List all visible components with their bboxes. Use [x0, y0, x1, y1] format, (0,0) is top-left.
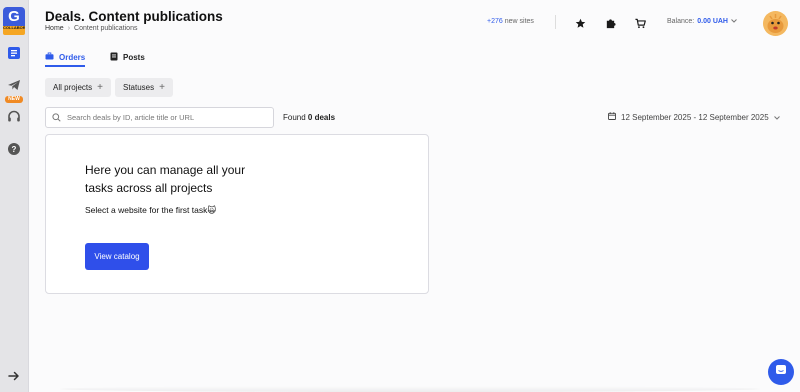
found-value: 0 deals [307, 113, 336, 122]
empty-state-card: Here you can manage all your tasks acros… [45, 134, 429, 294]
balance-dropdown[interactable]: Balance: 0.00 UAH [667, 18, 737, 25]
cart-icon[interactable] [634, 17, 646, 29]
new-badge: NEW [5, 96, 23, 103]
star-icon[interactable] [574, 17, 586, 29]
tab-orders-label: Orders [59, 52, 86, 62]
avatar[interactable] [763, 11, 788, 36]
calendar-icon [608, 112, 616, 122]
tab-orders[interactable]: Orders [45, 50, 86, 67]
chat-support-button[interactable] [768, 359, 794, 385]
plus-icon: + [159, 82, 165, 93]
filter-statuses-label: Statuses [123, 83, 155, 92]
logo[interactable]: G COLLABORATOR [3, 7, 25, 36]
search-icon [52, 109, 61, 127]
empty-state-subtitle: Select a website for the first task [85, 205, 208, 215]
filter-statuses[interactable]: Statuses + [115, 78, 173, 97]
svg-text:?: ? [12, 145, 17, 154]
breadcrumb-home[interactable]: Home [45, 25, 64, 32]
header-divider [555, 15, 556, 29]
new-sites-link[interactable]: +276 new sites [487, 18, 534, 25]
new-sites-count: +276 [487, 18, 503, 25]
note-icon [110, 52, 118, 63]
tab-posts[interactable]: Posts [110, 50, 145, 64]
view-catalog-button[interactable]: View catalog [85, 243, 149, 270]
chevron-down-icon [773, 113, 780, 122]
filter-all-projects[interactable]: All projects + [45, 78, 111, 97]
puzzle-icon[interactable] [604, 17, 616, 29]
empty-state-subtitle-row: Select a website for the first task🙀 [85, 205, 216, 216]
balance-amount: 0.00 UAH [697, 18, 728, 25]
telegram-icon[interactable] [6, 77, 22, 93]
plus-icon: + [97, 82, 103, 93]
breadcrumb-separator: › [67, 25, 71, 32]
cat-emoji-icon: 🙀 [207, 205, 217, 215]
bottom-shadow [60, 386, 760, 392]
arrow-right-icon[interactable] [6, 369, 22, 383]
breadcrumb: Home › Content publications [45, 25, 137, 32]
date-range-text: 12 September 2025 - 12 September 2025 [621, 112, 769, 122]
logo-text: COLLABORATOR [3, 26, 25, 35]
page-title: Deals. Content publications [45, 9, 223, 24]
briefcase-icon [45, 52, 54, 62]
empty-state-title: Here you can manage all your tasks acros… [85, 163, 246, 195]
document-list-icon[interactable] [6, 45, 22, 61]
help-icon[interactable]: ? [6, 141, 22, 157]
search-box [45, 107, 274, 128]
chat-icon [775, 363, 787, 381]
headset-icon[interactable] [6, 109, 22, 125]
chevron-down-icon [731, 18, 737, 25]
logo-letter: G [3, 7, 25, 26]
tab-posts-label: Posts [123, 52, 145, 62]
found-prefix: Found [283, 113, 306, 122]
new-sites-label: new sites [504, 18, 534, 25]
sidebar: G COLLABORATOR NEW ? [0, 0, 29, 392]
date-range-picker[interactable]: 12 September 2025 - 12 September 2025 [608, 112, 780, 122]
balance-label: Balance: [667, 18, 695, 25]
search-input[interactable] [67, 113, 267, 122]
found-count: Found 0 deals [283, 113, 335, 122]
filter-all-projects-label: All projects [53, 83, 93, 92]
breadcrumb-current: Content publications [74, 25, 138, 32]
